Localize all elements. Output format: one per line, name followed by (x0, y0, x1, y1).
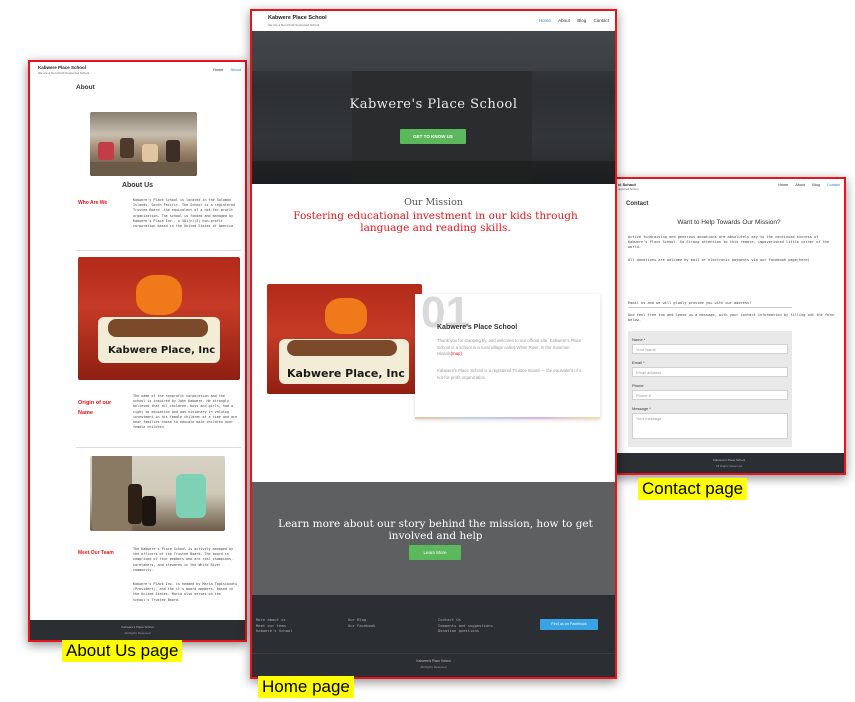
contact-para2: All donations are welcome by mail or ele… (628, 258, 810, 262)
message-textarea[interactable]: Your message (632, 413, 788, 439)
contact-form: Name * Your Name Email * Email address P… (628, 331, 792, 461)
about-nav-about[interactable]: About (231, 67, 241, 72)
contact-nav-blog[interactable]: Blog (812, 183, 820, 187)
footer-donation-link[interactable]: Donation questions (438, 628, 493, 634)
kids-classroom-photo (90, 456, 225, 531)
hero-title: Kabwere's Place School (349, 97, 518, 112)
about-us-page: Kabwere Place School We are a Non-Profit… (28, 60, 247, 642)
contact-footer-line1: Kabwere's Place School (712, 458, 746, 462)
about-tagline: We are a Non-Profit Supported School (38, 71, 90, 75)
home-tagline: We are a Non-Profit Supported School (268, 23, 320, 27)
email-label: Email * (632, 360, 645, 365)
contact-nav-contact[interactable]: Contact (827, 183, 840, 187)
contact-nav: Home About Blog Contact (772, 183, 840, 187)
card-text-1: Thank you for stopping by, and welcome t… (437, 338, 587, 358)
team-text-2: Kabwere's Place Inc. is headed by Maria … (133, 582, 238, 602)
footer-col-1: More about us Meet our team Kabwere's Sc… (256, 617, 293, 634)
contact-page-title: Contact (626, 201, 649, 207)
contact-para1: Active fundraising and generous donation… (628, 235, 830, 250)
home-nav: Home About Blog Contact (533, 18, 609, 23)
mission-subtitle: Fostering educational investment in our … (293, 210, 578, 234)
footer-col-3: Contact Us Comments and suggestions Dona… (438, 617, 493, 634)
home-brand[interactable]: Kabwere Place School (268, 15, 327, 21)
intro-card: 01 Kabwere's Place School Thank you for … (415, 288, 600, 419)
contact-para3: Email us and we will gladly provide you … (628, 301, 752, 305)
home-caption: Home page (258, 676, 354, 698)
contact-nav-home[interactable]: Home (778, 183, 788, 187)
home-nav-blog[interactable]: Blog (577, 18, 586, 23)
map-link[interactable]: (map) (451, 351, 462, 356)
about-nav: Home About (207, 67, 241, 72)
home-photo-label: Kabwere Place, Inc (287, 367, 405, 380)
contact-page: cl School upported School Home About Blo… (612, 177, 846, 475)
home-navbar: Kabwere Place School We are a Non-Profit… (252, 11, 615, 31)
origin-text: The name of the nonprofit corporation an… (133, 394, 238, 430)
about-footer-line2: All Rights Reserved (124, 631, 151, 635)
home-nav-home[interactable]: Home (539, 18, 551, 23)
name-input[interactable]: Your Name (632, 344, 788, 354)
contact-caption: Contact page (638, 478, 748, 500)
team-text: The Kabwere's Place School is actively m… (133, 547, 234, 572)
contact-tagline: upported School (618, 187, 639, 191)
footer-col-2: Our Blog Our Facebook (348, 617, 375, 628)
classroom-photo (90, 112, 197, 176)
home-nav-about[interactable]: About (558, 18, 570, 23)
learn-more-button[interactable]: Learn More (409, 545, 461, 560)
kabwere-gift-photo: Kabwere Place, Inc (78, 257, 240, 380)
message-label: Message * (632, 406, 651, 411)
contact-footer: Kabwere's Place School All Rights Reserv… (614, 453, 844, 473)
contact-nav-about[interactable]: About (795, 183, 805, 187)
about-us-heading: About Us (121, 182, 154, 189)
name-label: Name * (632, 337, 646, 342)
phone-label: Phone (632, 383, 644, 388)
home-kabwere-photo: Kabwere Place, Inc (267, 284, 422, 394)
card-title: Kabwere's Place School (437, 324, 518, 331)
home-footer-line1: Kabwere's Place School (416, 659, 451, 663)
contact-footer-line2: All Rights Reserved (715, 464, 743, 468)
who-are-we-text: Kabwere's Place School is located in the… (133, 198, 236, 229)
card-text-2: Kabwere's Place School is a registered T… (437, 368, 582, 380)
about-caption: About Us page (62, 640, 183, 662)
origin-heading: Origin of our Name (78, 400, 112, 416)
about-nav-home[interactable]: Home (213, 67, 224, 72)
footer-school-link[interactable]: Kabwere's School (256, 628, 293, 634)
about-brand[interactable]: Kabwere Place School (38, 65, 86, 70)
email-input[interactable]: Email address (632, 367, 788, 377)
about-page-title: About (76, 84, 95, 91)
hero-section: Kabwere's Place School GET TO KNOW US (252, 31, 615, 184)
team-heading: Meet Our Team (78, 550, 114, 556)
about-navbar: Kabwere Place School We are a Non-Profit… (30, 62, 245, 78)
mission-title: Our Mission (404, 197, 463, 208)
divider (628, 307, 792, 308)
divider (76, 447, 241, 448)
get-to-know-us-button[interactable]: GET TO KNOW US (400, 129, 466, 144)
facebook-button[interactable]: Find us on Facebook (540, 619, 598, 630)
home-footer-line2: All Rights Reserved (420, 665, 447, 669)
contact-heading: Want to Help Towards Our Mission? (677, 219, 781, 226)
learn-more-band: Learn more about our story behind the mi… (252, 482, 615, 595)
about-footer: Kabwere's Place School All Rights Reserv… (30, 620, 245, 640)
about-footer-line1: Kabwere's Place School (121, 625, 154, 629)
footer-facebook-link[interactable]: Our Facebook (348, 623, 375, 629)
gift-label: Kabwere Place, Inc (108, 345, 216, 356)
band-text: Learn more about our story behind the mi… (278, 518, 593, 542)
home-nav-contact[interactable]: Contact (593, 18, 609, 23)
contact-navbar: cl School upported School Home About Blo… (614, 179, 844, 193)
phone-input[interactable]: Phone # (632, 390, 788, 400)
who-are-we-heading: Who Are We (78, 200, 108, 206)
divider (76, 250, 241, 251)
contact-para4: And feel free too and leave us a message… (628, 313, 834, 323)
home-footer: More about us Meet our team Kabwere's Sc… (252, 595, 615, 677)
home-page: Kabwere Place School We are a Non-Profit… (250, 9, 617, 679)
